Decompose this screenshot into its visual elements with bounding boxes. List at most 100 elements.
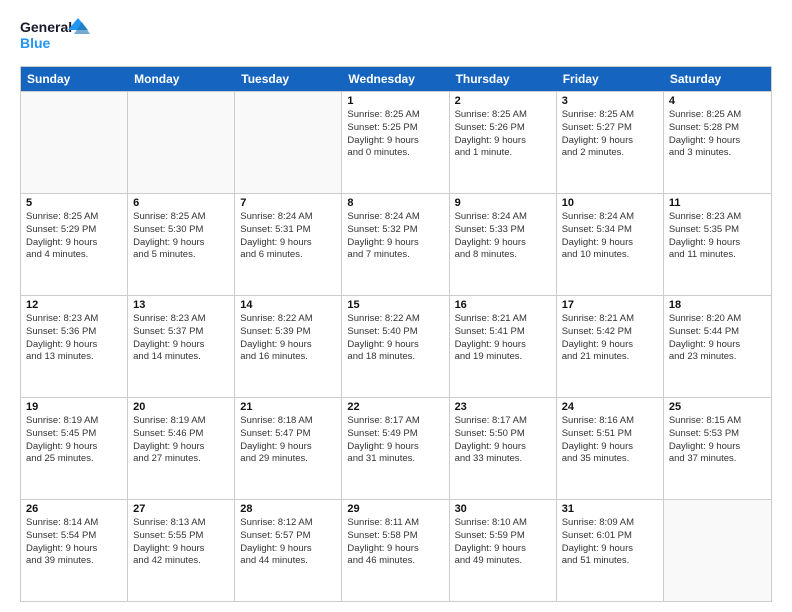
cell-info-line: Sunrise: 8:13 AM — [133, 517, 229, 530]
cal-cell-2-6: 18Sunrise: 8:20 AMSunset: 5:44 PMDayligh… — [664, 296, 771, 397]
cell-info-line: Sunset: 5:34 PM — [562, 224, 658, 237]
cell-info-line: Daylight: 9 hours — [669, 135, 766, 148]
week-row-2: 5Sunrise: 8:25 AMSunset: 5:29 PMDaylight… — [21, 193, 771, 295]
cell-info-line: and 3 minutes. — [669, 147, 766, 160]
cell-info-line: Sunrise: 8:18 AM — [240, 415, 336, 428]
cell-info-line: Sunrise: 8:17 AM — [455, 415, 551, 428]
day-number: 10 — [562, 197, 658, 209]
day-number: 8 — [347, 197, 443, 209]
cell-info-line: Sunrise: 8:22 AM — [240, 313, 336, 326]
day-number: 18 — [669, 299, 766, 311]
cell-info-line: Daylight: 9 hours — [347, 135, 443, 148]
cell-info-line: Sunrise: 8:25 AM — [26, 211, 122, 224]
cal-cell-0-0 — [21, 92, 128, 193]
cell-info-line: Sunset: 5:58 PM — [347, 530, 443, 543]
day-number: 5 — [26, 197, 122, 209]
cell-info-line: and 6 minutes. — [240, 249, 336, 262]
day-number: 30 — [455, 503, 551, 515]
cal-cell-2-0: 12Sunrise: 8:23 AMSunset: 5:36 PMDayligh… — [21, 296, 128, 397]
cell-info-line: Sunrise: 8:21 AM — [455, 313, 551, 326]
cell-info-line: Sunset: 5:47 PM — [240, 428, 336, 441]
cal-cell-2-4: 16Sunrise: 8:21 AMSunset: 5:41 PMDayligh… — [450, 296, 557, 397]
cal-cell-1-5: 10Sunrise: 8:24 AMSunset: 5:34 PMDayligh… — [557, 194, 664, 295]
cal-cell-1-6: 11Sunrise: 8:23 AMSunset: 5:35 PMDayligh… — [664, 194, 771, 295]
cell-info-line: Sunrise: 8:23 AM — [133, 313, 229, 326]
cal-cell-3-0: 19Sunrise: 8:19 AMSunset: 5:45 PMDayligh… — [21, 398, 128, 499]
day-number: 13 — [133, 299, 229, 311]
cell-info-line: Sunset: 5:25 PM — [347, 122, 443, 135]
cal-cell-4-5: 31Sunrise: 8:09 AMSunset: 6:01 PMDayligh… — [557, 500, 664, 601]
cell-info-line: Sunrise: 8:25 AM — [347, 109, 443, 122]
cell-info-line: and 27 minutes. — [133, 453, 229, 466]
day-number: 12 — [26, 299, 122, 311]
cell-info-line: Daylight: 9 hours — [562, 441, 658, 454]
day-number: 22 — [347, 401, 443, 413]
cell-info-line: Sunset: 5:41 PM — [455, 326, 551, 339]
cell-info-line: and 42 minutes. — [133, 555, 229, 568]
cal-cell-4-3: 29Sunrise: 8:11 AMSunset: 5:58 PMDayligh… — [342, 500, 449, 601]
cell-info-line: and 39 minutes. — [26, 555, 122, 568]
cell-info-line: and 33 minutes. — [455, 453, 551, 466]
cal-cell-4-4: 30Sunrise: 8:10 AMSunset: 5:59 PMDayligh… — [450, 500, 557, 601]
cell-info-line: and 29 minutes. — [240, 453, 336, 466]
day-number: 16 — [455, 299, 551, 311]
cell-info-line: Daylight: 9 hours — [455, 237, 551, 250]
cell-info-line: and 16 minutes. — [240, 351, 336, 364]
cell-info-line: Sunset: 5:32 PM — [347, 224, 443, 237]
day-number: 28 — [240, 503, 336, 515]
day-number: 29 — [347, 503, 443, 515]
header: General Blue — [20, 16, 772, 58]
cell-info-line: Sunset: 5:53 PM — [669, 428, 766, 441]
cell-info-line: Daylight: 9 hours — [455, 135, 551, 148]
cell-info-line: Sunrise: 8:17 AM — [347, 415, 443, 428]
cell-info-line: Sunset: 5:57 PM — [240, 530, 336, 543]
cell-info-line: Daylight: 9 hours — [133, 339, 229, 352]
cell-info-line: and 49 minutes. — [455, 555, 551, 568]
cell-info-line: Sunset: 5:30 PM — [133, 224, 229, 237]
day-number: 1 — [347, 95, 443, 107]
cell-info-line: Daylight: 9 hours — [669, 339, 766, 352]
cell-info-line: Daylight: 9 hours — [455, 441, 551, 454]
cell-info-line: Sunset: 5:54 PM — [26, 530, 122, 543]
cell-info-line: Daylight: 9 hours — [133, 543, 229, 556]
header-friday: Friday — [557, 67, 664, 91]
cell-info-line: Sunset: 5:51 PM — [562, 428, 658, 441]
cell-info-line: Sunrise: 8:25 AM — [669, 109, 766, 122]
cell-info-line: and 31 minutes. — [347, 453, 443, 466]
cal-cell-1-3: 8Sunrise: 8:24 AMSunset: 5:32 PMDaylight… — [342, 194, 449, 295]
cal-cell-1-0: 5Sunrise: 8:25 AMSunset: 5:29 PMDaylight… — [21, 194, 128, 295]
cell-info-line: Daylight: 9 hours — [455, 543, 551, 556]
cell-info-line: Sunset: 5:59 PM — [455, 530, 551, 543]
cal-cell-2-1: 13 Sunrise: 8:23 AMSunset: 5:37 PMDayligh… — [128, 296, 235, 397]
cell-info-line: Sunset: 5:37 PM — [133, 326, 229, 339]
cell-info-line: and 23 minutes. — [669, 351, 766, 364]
calendar-body: 1Sunrise: 8:25 AMSunset: 5:25 PMDaylight… — [21, 91, 771, 601]
cell-info-line: Sunrise: 8:23 AM — [26, 313, 122, 326]
cell-info-line: Daylight: 9 hours — [347, 339, 443, 352]
cell-info-line: and 8 minutes. — [455, 249, 551, 262]
day-number: 6 — [133, 197, 229, 209]
cell-info-line: Daylight: 9 hours — [562, 543, 658, 556]
day-number: 7 — [240, 197, 336, 209]
cell-info-line: Daylight: 9 hours — [347, 543, 443, 556]
day-number: 21 — [240, 401, 336, 413]
cell-info-line: Sunset: 5:49 PM — [347, 428, 443, 441]
week-row-5: 26Sunrise: 8:14 AMSunset: 5:54 PMDayligh… — [21, 499, 771, 601]
cell-info-line: and 37 minutes. — [669, 453, 766, 466]
day-number: 17 — [562, 299, 658, 311]
cal-cell-3-6: 25Sunrise: 8:15 AMSunset: 5:53 PMDayligh… — [664, 398, 771, 499]
logo-icon: General Blue — [20, 16, 90, 58]
cell-info-line: Daylight: 9 hours — [669, 237, 766, 250]
cell-info-line: Daylight: 9 hours — [240, 441, 336, 454]
cell-info-line: Sunrise: 8:24 AM — [455, 211, 551, 224]
cell-info-line: Sunrise: 8:25 AM — [562, 109, 658, 122]
cal-cell-0-3: 1 Sunrise: 8:25 AMSunset: 5:25 PMDaylight… — [342, 92, 449, 193]
cell-info-line: Sunrise: 8:15 AM — [669, 415, 766, 428]
cal-cell-1-1: 6Sunrise: 8:25 AMSunset: 5:30 PMDaylight… — [128, 194, 235, 295]
cell-info-line: and 0 minutes. — [347, 147, 443, 160]
day-number: 3 — [562, 95, 658, 107]
day-number: 31 — [562, 503, 658, 515]
cell-info-line: Sunrise: 8:12 AM — [240, 517, 336, 530]
cell-info-line: and 25 minutes. — [26, 453, 122, 466]
cal-cell-0-4: 2Sunrise: 8:25 AMSunset: 5:26 PMDaylight… — [450, 92, 557, 193]
